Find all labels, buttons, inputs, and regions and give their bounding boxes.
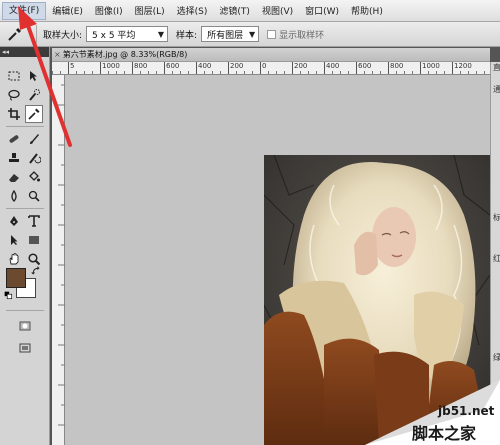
close-icon[interactable]: × — [54, 50, 61, 59]
clone-stamp-tool-icon[interactable] — [5, 149, 23, 167]
eyedropper-tool-icon[interactable] — [25, 105, 43, 123]
ruler-major-tick — [388, 62, 389, 74]
eraser-tool-icon[interactable] — [5, 168, 23, 186]
menu-file[interactable]: 文件(F) — [2, 1, 47, 20]
screen-mode-icon[interactable] — [16, 339, 34, 357]
quick-selection-tool-icon[interactable] — [25, 86, 43, 104]
vertical-ruler — [52, 75, 65, 445]
sample-value: 所有图层 — [207, 30, 244, 41]
sample-size-label: 取样大小: — [43, 30, 83, 41]
sample-size-select[interactable]: 5 x 5 平均 ▼ — [86, 26, 169, 42]
ruler-label: 400 — [326, 62, 340, 70]
menu-image[interactable]: 图像(I) — [89, 4, 129, 17]
dodge-tool-icon[interactable] — [25, 187, 43, 205]
menu-layer[interactable]: 图层(L) — [129, 4, 171, 17]
panel-label: 红 — [493, 254, 500, 263]
tools-divider — [6, 126, 44, 127]
crop-tool-icon[interactable] — [5, 105, 23, 123]
ruler-major-tick — [260, 62, 261, 74]
ruler-label: 400 — [198, 62, 212, 70]
horizontal-ruler: 5 1000 800 600 400 200 0 200 400 600 800 1000 1200 — [52, 62, 490, 75]
type-tool-icon[interactable] — [25, 212, 43, 230]
menu-filter[interactable]: 滤镜(T) — [213, 4, 256, 17]
watermark-name: 脚本之家 — [412, 424, 477, 443]
ruler-label: 200 — [294, 62, 308, 70]
tools-panel: ◂◂ — [0, 47, 50, 445]
options-separator — [36, 25, 37, 43]
ruler-label: 600 — [166, 62, 180, 70]
shape-tool-icon[interactable] — [25, 231, 43, 249]
ruler-label: 800 — [134, 62, 148, 70]
ruler-major-tick — [164, 62, 165, 74]
menu-select[interactable]: 选择(S) — [171, 4, 214, 17]
ruler-label: 5 — [70, 62, 75, 70]
tools-panel-header[interactable]: ◂◂ — [0, 47, 49, 57]
ruler-major-tick — [228, 62, 229, 74]
tools-divider — [6, 310, 44, 311]
eyedropper-preset-icon[interactable] — [4, 24, 26, 44]
path-selection-tool-icon[interactable] — [5, 231, 23, 249]
options-bar: 取样大小: 5 x 5 平均 ▼ 样本: 所有图层 ▼ 显示取样环 — [0, 22, 500, 47]
marquee-tool-icon[interactable] — [5, 67, 23, 85]
swap-colors-icon[interactable] — [30, 265, 42, 277]
default-colors-icon[interactable] — [3, 290, 13, 300]
menu-bar: 文件(F) 编辑(E) 图像(I) 图层(L) 选择(S) 滤镜(T) 视图(V… — [0, 0, 500, 22]
ruler-major-tick — [196, 62, 197, 74]
blur-tool-icon[interactable] — [5, 187, 23, 205]
ruler-major-tick — [68, 62, 69, 74]
watermark-site: jb51.net — [438, 404, 495, 418]
chevron-down-icon: ▼ — [157, 29, 165, 39]
sample-select[interactable]: 所有图层 ▼ — [201, 26, 260, 42]
healing-brush-tool-icon[interactable] — [5, 130, 23, 148]
foreground-color-swatch[interactable] — [6, 268, 26, 288]
ruler-major-tick — [132, 62, 133, 74]
menu-window[interactable]: 窗口(W) — [299, 4, 345, 17]
ruler-label: 1000 — [102, 62, 120, 70]
hand-tool-icon[interactable] — [5, 250, 23, 268]
ruler-major-tick — [452, 62, 453, 74]
ruler-major-tick — [100, 62, 101, 74]
ruler-major-tick — [324, 62, 325, 74]
ruler-major-tick — [420, 62, 421, 74]
sample-size-value: 5 x 5 平均 — [92, 30, 136, 41]
ruler-label: 200 — [230, 62, 244, 70]
brush-tool-icon[interactable] — [25, 130, 43, 148]
menu-view[interactable]: 视图(V) — [256, 4, 299, 17]
panel-label: 通 — [493, 85, 500, 94]
move-tool-icon[interactable] — [25, 67, 43, 85]
menu-edit[interactable]: 编辑(E) — [46, 4, 89, 17]
history-brush-tool-icon[interactable] — [25, 149, 43, 167]
ruler-label: 800 — [390, 62, 404, 70]
panel-label: 标 — [493, 213, 500, 222]
ruler-major-tick — [356, 62, 357, 74]
panel-label: 绿 — [493, 353, 500, 362]
ruler-label: 1200 — [454, 62, 472, 70]
checkbox-box — [267, 29, 277, 39]
lasso-tool-icon[interactable] — [5, 86, 23, 104]
document-tab[interactable]: × 第六节素材.jpg @ 8.33%(RGB/8) — [52, 48, 490, 62]
panel-label: 直 — [493, 63, 500, 72]
ruler-label: 600 — [358, 62, 372, 70]
paint-bucket-tool-icon[interactable] — [25, 168, 43, 186]
chevron-down-icon: ▼ — [248, 29, 256, 39]
ruler-label: 0 — [262, 62, 267, 70]
tools-divider — [6, 208, 44, 209]
menu-help[interactable]: 帮助(H) — [345, 4, 389, 17]
show-sampling-ring-checkbox[interactable]: 显示取样环 — [267, 28, 324, 41]
pen-tool-icon[interactable] — [5, 212, 23, 230]
show-sampling-ring-label: 显示取样环 — [279, 30, 325, 41]
sample-label: 样本: — [176, 30, 198, 41]
ruler-major-tick — [292, 62, 293, 74]
document-title: 第六节素材.jpg @ 8.33%(RGB/8) — [62, 50, 188, 59]
ruler-label: 1000 — [422, 62, 440, 70]
quick-mask-icon[interactable] — [16, 317, 34, 335]
